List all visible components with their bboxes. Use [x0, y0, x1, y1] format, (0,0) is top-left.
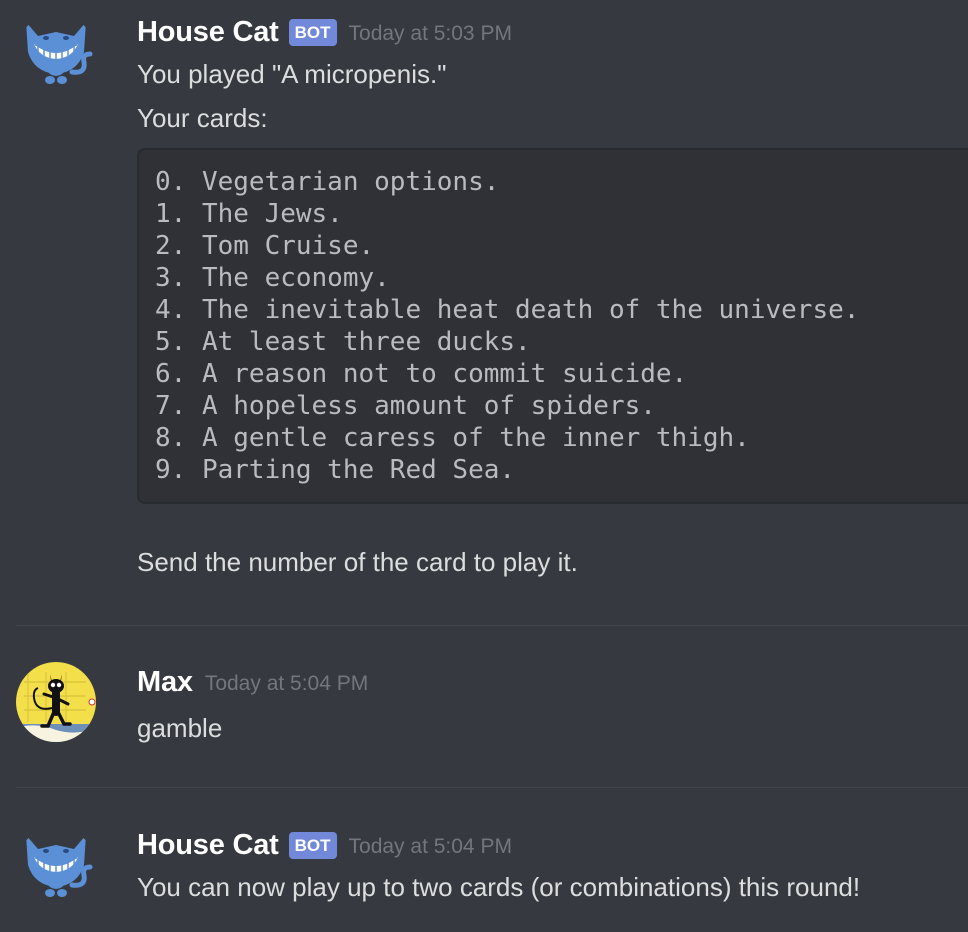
- card-line: 6. A reason not to commit suicide.: [155, 359, 688, 389]
- card-line: 9. Parting the Red Sea.: [155, 455, 516, 485]
- card-line: 2. Tom Cruise.: [155, 231, 375, 261]
- grinning-cat-icon: [26, 835, 93, 897]
- message-content: Max Today at 5:04 PM gamble: [137, 662, 968, 750]
- code-block-cards: 0. Vegetarian options. 1. The Jews. 2. Tom…: [137, 148, 968, 504]
- message-text: You played "A micropenis.": [137, 59, 447, 89]
- black-imp-cartoon-avatar: [16, 662, 96, 742]
- message-content: House Cat BOT Today at 5:03 PM You playe…: [137, 12, 968, 584]
- bot-badge: BOT: [288, 18, 337, 46]
- card-line: 7. A hopeless amount of spiders.: [155, 391, 656, 421]
- card-line: 0. Vegetarian options.: [155, 167, 500, 197]
- message-text: Send the number of the card to play it.: [137, 547, 578, 577]
- grinning-cat-icon: [26, 22, 93, 84]
- house-cat-avatar[interactable]: [16, 14, 96, 94]
- message-divider: [16, 787, 968, 788]
- message-text: You can now play up to two cards (or com…: [137, 872, 861, 902]
- message-divider: [16, 625, 968, 626]
- card-line: 8. A gentle caress of the inner thigh.: [155, 423, 750, 453]
- message-text: gamble: [137, 713, 223, 743]
- card-line: 4. The inevitable heat death of the univ…: [155, 295, 860, 325]
- username[interactable]: House Cat: [137, 829, 279, 862]
- max-avatar[interactable]: [16, 662, 96, 742]
- card-line: 5. At least three ducks.: [155, 327, 531, 357]
- message-header: House Cat BOT Today at 5:04 PM: [137, 825, 968, 865]
- card-line: 1. The Jews.: [155, 199, 343, 229]
- username[interactable]: Max: [137, 666, 193, 699]
- house-cat-avatar[interactable]: [16, 827, 96, 907]
- timestamp[interactable]: Today at 5:03 PM: [349, 22, 512, 46]
- timestamp[interactable]: Today at 5:04 PM: [349, 835, 512, 859]
- bot-badge: BOT: [288, 831, 337, 859]
- username[interactable]: House Cat: [137, 16, 279, 49]
- message-header: Max Today at 5:04 PM: [137, 662, 968, 702]
- card-line: 3. The economy.: [155, 263, 390, 293]
- message-header: House Cat BOT Today at 5:03 PM: [137, 12, 968, 52]
- timestamp[interactable]: Today at 5:04 PM: [205, 672, 368, 696]
- chat-log: House Cat BOT Today at 5:03 PM You playe…: [0, 0, 968, 932]
- message-content: House Cat BOT Today at 5:04 PM You can n…: [137, 825, 968, 909]
- message-text: Your cards:: [137, 103, 268, 133]
